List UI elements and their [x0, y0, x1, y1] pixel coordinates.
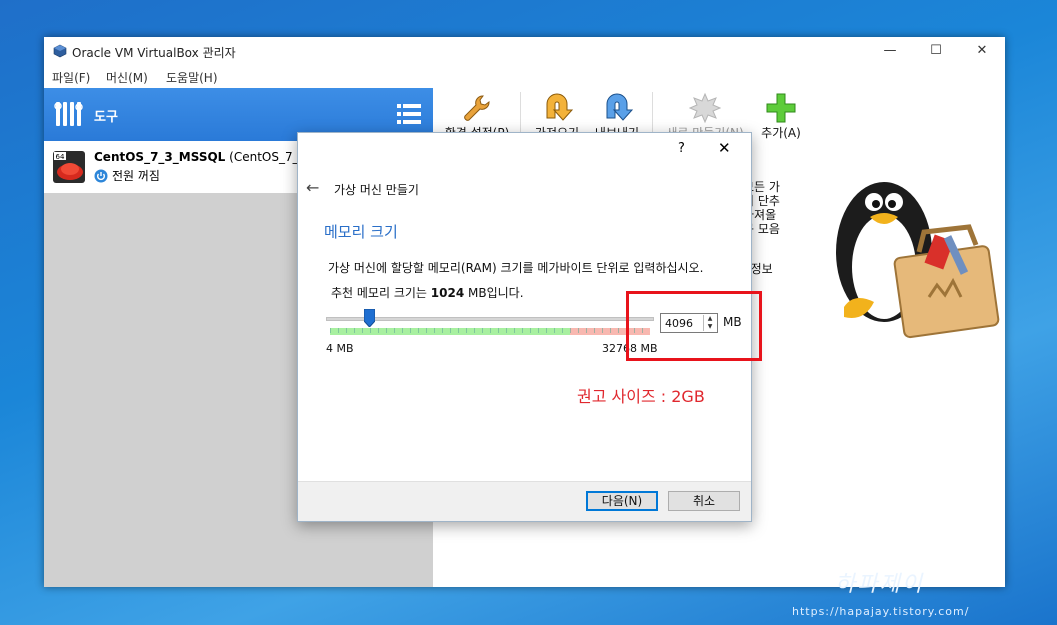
memory-slider-track[interactable] [326, 317, 654, 321]
os-badge: 64 [56, 153, 65, 161]
menu-machine[interactable]: 머신(M) [106, 69, 148, 86]
section-title: 메모리 크기 [324, 223, 398, 241]
add-vm-button[interactable]: 추가(A) [741, 88, 821, 144]
menu-bar: 파일(F) 머신(M) 도움말(H) [44, 65, 1005, 87]
list-menu-icon[interactable] [397, 103, 421, 125]
next-button[interactable]: 다음(N) [586, 491, 658, 511]
import-icon [546, 93, 573, 121]
add-vm-label: 추가(A) [761, 126, 801, 140]
cancel-button[interactable]: 취소 [668, 491, 740, 511]
virtualbox-app-icon [53, 44, 67, 58]
memory-description: 가상 머신에 할당할 메모리(RAM) 크기를 메가바이트 단위로 입력하십시오… [328, 261, 704, 275]
wrench-icon [464, 95, 490, 121]
help-button[interactable]: ? [678, 141, 685, 156]
window-title: Oracle VM VirtualBox 관리자 [72, 46, 236, 60]
watermark-name: 하파제이 [835, 572, 924, 597]
watermark-url: https://hapajay.tistory.com/ [792, 605, 970, 618]
add-icon [766, 93, 796, 123]
export-icon [606, 93, 633, 121]
vm-name: CentOS_7_3_MSSQL (CentOS_7_ [94, 150, 299, 164]
highlight-box [626, 291, 762, 361]
menu-help[interactable]: 도움말(H) [166, 69, 218, 86]
dialog-title: 가상 머신 만들기 [334, 183, 419, 197]
close-window-button[interactable]: ✕ [959, 37, 1005, 65]
tux-toolbox-illustration [836, 182, 1000, 339]
centos-64-icon: 64 [53, 151, 85, 183]
tools-icon [54, 102, 83, 126]
tools-label: 도구 [94, 110, 118, 125]
slider-min-label: 4 MB [326, 342, 354, 355]
title-bar: Oracle VM VirtualBox 관리자 — ☐ ✕ [44, 37, 1005, 65]
slider-ticks [330, 328, 650, 333]
vm-state: 전원 꺼짐 [94, 167, 160, 184]
memory-slider-handle[interactable] [364, 309, 375, 327]
maximize-button[interactable]: ☐ [913, 37, 959, 65]
dialog-close-button[interactable]: ✕ [718, 139, 731, 157]
minimize-button[interactable]: — [867, 37, 913, 65]
back-arrow-icon[interactable]: ← [306, 178, 319, 197]
recommendation-annotation: 권고 사이즈 : 2GB [577, 387, 705, 406]
power-off-icon [94, 169, 108, 183]
recommended-memory-text: 추천 메모리 크기는 1024 MB입니다. [331, 286, 524, 300]
new-icon [689, 92, 721, 124]
dialog-footer: 다음(N) 취소 [298, 481, 751, 521]
menu-file[interactable]: 파일(F) [52, 69, 90, 86]
